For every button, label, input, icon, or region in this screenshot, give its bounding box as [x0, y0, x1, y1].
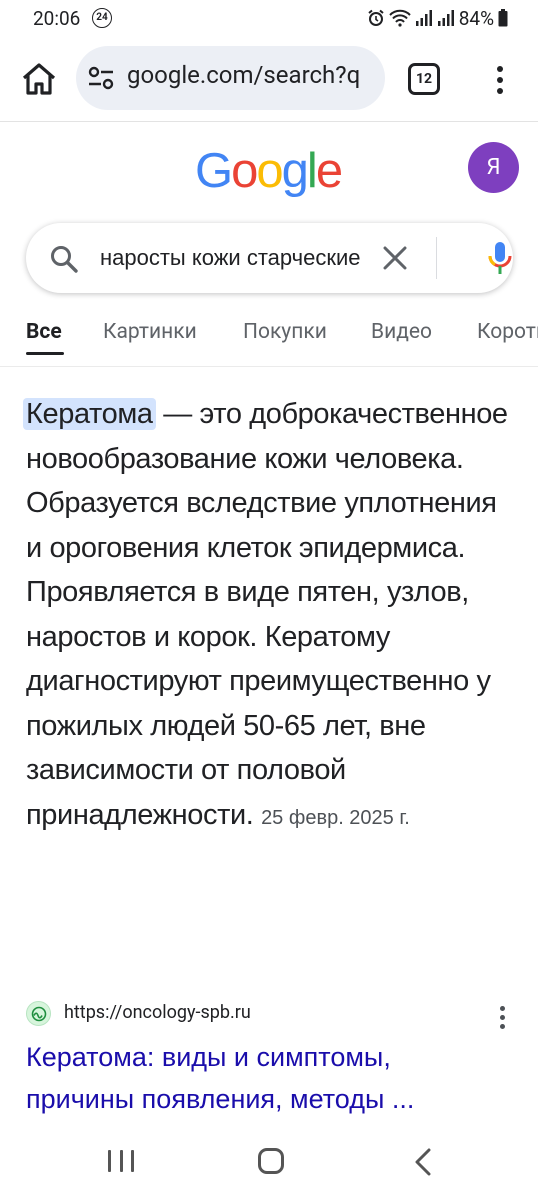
- logo-letter: G: [195, 144, 233, 198]
- snippet-date: 25 февр. 2025 г.: [261, 806, 410, 829]
- logo-letter: g: [281, 144, 309, 198]
- google-logo[interactable]: Google: [195, 143, 343, 199]
- nav-home-icon[interactable]: [258, 1148, 284, 1174]
- account-avatar[interactable]: Я: [468, 142, 519, 193]
- home-icon: [22, 63, 56, 95]
- battery-percent: 84%: [458, 6, 494, 30]
- status-icons: 84%: [367, 6, 508, 30]
- active-tab-indicator: [26, 352, 64, 355]
- search-input[interactable]: [100, 223, 362, 293]
- microphone-icon[interactable]: [486, 240, 514, 276]
- tab-images[interactable]: Картинки: [103, 320, 197, 344]
- tab-switcher-button[interactable]: 12: [408, 63, 440, 95]
- signal-icon: [415, 10, 432, 26]
- status-bar: 20:06 24 84%: [0, 0, 538, 38]
- snippet-highlight: Кератома: [23, 398, 156, 430]
- url-text[interactable]: google.com/search?q: [127, 61, 377, 89]
- result-title-link[interactable]: Кератома: виды и симптомы, причины появл…: [26, 1036, 506, 1120]
- featured-snippet: Кератома — это доброкачественное новообр…: [23, 392, 516, 840]
- system-nav-bar: [0, 1124, 538, 1200]
- tab-short-videos[interactable]: Короткие видео: [477, 320, 538, 344]
- tab-shopping[interactable]: Покупки: [243, 320, 327, 344]
- home-button[interactable]: [18, 58, 60, 100]
- logo-letter: l: [306, 144, 318, 198]
- battery-icon: [498, 9, 508, 27]
- search-icon[interactable]: [49, 244, 79, 274]
- more-menu-icon[interactable]: [488, 60, 512, 100]
- browser-toolbar: google.com/search?q 12: [0, 38, 538, 122]
- address-bar[interactable]: google.com/search?q: [76, 46, 385, 110]
- logo-letter: e: [315, 144, 343, 198]
- search-tabs: Все Картинки Покупки Видео Короткие виде…: [0, 315, 538, 367]
- search-box: [26, 223, 513, 293]
- result-url[interactable]: https://oncology-spb.ru: [64, 1002, 251, 1023]
- status-time: 20:06: [33, 7, 81, 30]
- alarm-icon: [368, 9, 384, 26]
- site-settings-icon[interactable]: [88, 66, 114, 90]
- signal-icon-2: [437, 10, 454, 26]
- logo-letter: o: [256, 144, 283, 198]
- wifi-icon: [389, 9, 411, 27]
- tab-videos[interactable]: Видео: [371, 320, 432, 344]
- back-icon[interactable]: [414, 1148, 432, 1176]
- logo-letter: o: [231, 144, 258, 198]
- favicon-wave-icon: [31, 1006, 46, 1021]
- search-divider: [436, 237, 437, 279]
- clear-icon[interactable]: [382, 245, 408, 271]
- result-favicon-icon[interactable]: [26, 1001, 51, 1026]
- snippet-text: — это доброкачественное новообразование …: [26, 398, 508, 831]
- notification-badge-icon: 24: [92, 8, 112, 28]
- recent-apps-icon[interactable]: [108, 1150, 134, 1172]
- result-more-icon[interactable]: [497, 1006, 507, 1030]
- tab-all[interactable]: Все: [26, 320, 62, 344]
